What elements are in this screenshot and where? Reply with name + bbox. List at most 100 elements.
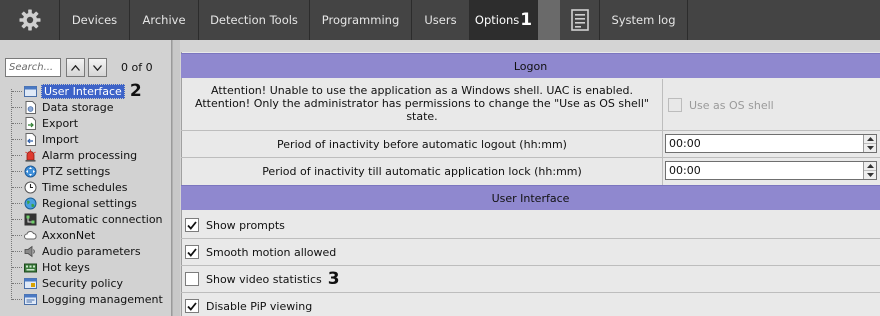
section-header-logon: Logon — [181, 53, 880, 78]
tab-label: Programming — [321, 13, 400, 27]
checkmark-icon — [187, 220, 197, 230]
sidebar-item-export[interactable]: Export — [12, 115, 79, 131]
sidebar-item-automatic-connection[interactable]: Automatic connection — [12, 211, 164, 227]
checkbox-box — [185, 218, 199, 232]
sidebar-item-regional-settings[interactable]: Regional settings — [12, 195, 138, 211]
checkmark-icon — [187, 301, 197, 311]
sidebar-item-label: Export — [42, 116, 79, 130]
data-storage-icon — [25, 100, 36, 114]
lock-period-field[interactable] — [666, 162, 863, 179]
search-down-button[interactable] — [88, 58, 107, 77]
sidebar-item-ptz-settings[interactable]: PTZ settings — [12, 163, 111, 179]
system-log-icon-button[interactable] — [560, 0, 600, 40]
import-icon — [25, 132, 36, 146]
tab-archive[interactable]: Archive — [130, 0, 199, 40]
sidebar-item-label: Time schedules — [42, 180, 128, 194]
speaker-icon — [24, 245, 35, 257]
search-input[interactable] — [5, 58, 61, 77]
logout-period-label: Period of inactivity before automatic lo… — [277, 138, 567, 151]
row-divider — [181, 265, 880, 266]
alarm-icon — [25, 149, 36, 162]
sidebar-item-label: User Interface — [41, 83, 125, 99]
logout-period-input[interactable] — [665, 134, 877, 153]
checkbox-box — [668, 98, 682, 112]
sidebar-item-label: Alarm processing — [42, 148, 138, 162]
sidebar-item-label: Regional settings — [42, 196, 137, 210]
ui-window-icon — [24, 85, 37, 97]
tab-label: Users — [424, 13, 457, 27]
sidebar-item-data-storage[interactable]: Data storage — [12, 99, 115, 115]
export-icon — [25, 116, 36, 130]
sidebar-item-label: Import — [42, 132, 79, 146]
sidebar-item-axxonnet[interactable]: AxxonNet — [12, 227, 96, 243]
sidebar-item-import[interactable]: Import — [12, 131, 80, 147]
tab-detection-tools[interactable]: Detection Tools — [199, 0, 310, 40]
sidebar-item-alarm-processing[interactable]: Alarm processing — [12, 147, 138, 163]
tab-users[interactable]: Users — [412, 0, 470, 40]
gear-icon — [19, 9, 40, 31]
spin-down-button[interactable] — [864, 170, 876, 179]
tab-programming[interactable]: Programming — [310, 0, 412, 40]
document-icon — [570, 9, 589, 31]
tab-options[interactable]: Options 1 — [470, 0, 538, 40]
section-title: User Interface — [491, 191, 570, 205]
callout-marker: 2 — [129, 80, 142, 101]
top-menu-bar: Devices Archive Detection Tools Programm… — [0, 0, 880, 40]
sidebar-item-security-policy[interactable]: Security policy — [12, 275, 124, 291]
section-title: Logon — [513, 59, 548, 73]
attention-line: Attention! Only the administrator has pe… — [195, 97, 649, 110]
settings-button[interactable] — [0, 0, 60, 40]
sidebar-item-label: Data storage — [42, 100, 114, 114]
tab-devices[interactable]: Devices — [60, 0, 130, 40]
show-prompts-checkbox[interactable]: Show prompts — [185, 216, 285, 234]
lock-period-input[interactable] — [665, 161, 877, 180]
sidebar-item-label: Hot keys — [42, 260, 90, 274]
spin-up-button[interactable] — [864, 135, 876, 143]
sidebar-item-label: Audio parameters — [42, 244, 141, 258]
tab-label: System log — [611, 13, 676, 27]
triangle-down-icon — [866, 146, 874, 150]
sidebar-item-label: Security policy — [42, 276, 124, 290]
attention-line: Attention! Unable to use the application… — [211, 84, 633, 97]
callout-marker: 3 — [327, 268, 340, 289]
row-divider — [181, 157, 880, 158]
topbar-filler — [688, 0, 880, 40]
tab-label: Archive — [142, 13, 186, 27]
ptz-icon — [24, 165, 37, 177]
show-video-statistics-checkbox[interactable]: Show video statistics 3 — [185, 270, 340, 288]
row-divider — [181, 130, 880, 131]
spin-up-button[interactable] — [864, 162, 876, 170]
checkbox-label: Smooth motion allowed — [206, 245, 337, 259]
smooth-motion-checkbox[interactable]: Smooth motion allowed — [185, 243, 336, 261]
tab-system-log[interactable]: System log — [600, 0, 688, 40]
sidebar-item-audio-parameters[interactable]: Audio parameters — [12, 243, 142, 259]
sidebar-item-logging-management[interactable]: Logging management — [12, 291, 164, 307]
disable-pip-checkbox[interactable]: Disable PiP viewing — [185, 297, 312, 315]
triangle-down-icon — [866, 173, 874, 177]
checkbox-label: Use as OS shell — [689, 98, 774, 112]
column-divider — [662, 79, 663, 185]
sidebar-item-label: Automatic connection — [42, 212, 163, 226]
sidebar-splitter[interactable] — [172, 40, 180, 316]
checkbox-box — [185, 272, 199, 286]
tab-label: Devices — [71, 13, 118, 27]
spin-down-button[interactable] — [864, 143, 876, 152]
section-header-user-interface: User Interface — [181, 185, 880, 210]
logging-icon — [24, 293, 37, 305]
checkbox-box — [185, 245, 199, 259]
arrow-down-icon — [93, 64, 102, 71]
search-result-count: 0 of 0 — [121, 61, 153, 74]
connection-icon — [24, 213, 37, 225]
checkbox-label: Show prompts — [206, 218, 285, 232]
sidebar-item-time-schedules[interactable]: Time schedules — [12, 179, 128, 195]
logout-period-field[interactable] — [666, 135, 863, 152]
search-up-button[interactable] — [66, 58, 85, 77]
sidebar-item-label: AxxonNet — [42, 228, 96, 242]
sidebar-item-user-interface[interactable]: User Interface 2 — [12, 80, 142, 101]
checkmark-icon — [187, 247, 197, 257]
sidebar-item-hot-keys[interactable]: Hot keys — [12, 259, 91, 275]
topbar-separator — [538, 0, 560, 40]
checkbox-label: Disable PiP viewing — [206, 299, 313, 313]
shell-attention-text: Attention! Unable to use the application… — [184, 84, 660, 123]
use-as-os-shell-checkbox[interactable]: Use as OS shell — [668, 96, 774, 114]
